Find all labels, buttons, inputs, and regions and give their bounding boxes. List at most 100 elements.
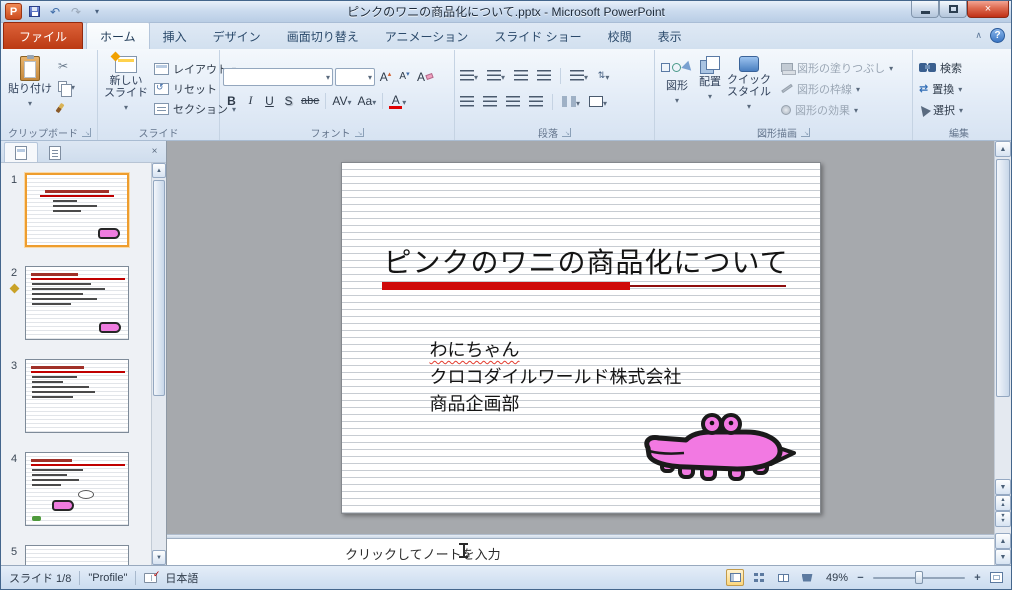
- redo-button[interactable]: ↷: [67, 3, 85, 20]
- powerpoint-app-icon[interactable]: P: [5, 3, 22, 20]
- format-painter-button[interactable]: [55, 98, 78, 117]
- collapse-ribbon-button[interactable]: ∧: [975, 30, 982, 41]
- bold-button[interactable]: B: [223, 92, 240, 110]
- select-button[interactable]: 選択: [916, 100, 1002, 119]
- scroll-up-button[interactable]: [995, 141, 1011, 157]
- tab-review[interactable]: 校閲: [595, 23, 645, 49]
- zoom-out-button[interactable]: −: [854, 572, 867, 584]
- slide-indicator[interactable]: スライド 1/8: [9, 570, 71, 586]
- thumbnail-slide-1[interactable]: [25, 173, 129, 247]
- tab-animations[interactable]: アニメーション: [372, 23, 482, 49]
- minimize-button[interactable]: [911, 1, 939, 18]
- zoom-in-button[interactable]: +: [971, 572, 984, 584]
- scroll-thumb[interactable]: [153, 180, 165, 396]
- character-spacing-button[interactable]: AV: [330, 92, 353, 110]
- scroll-track[interactable]: [152, 178, 166, 550]
- align-right-button[interactable]: [504, 93, 522, 111]
- slide-sorter-view-button[interactable]: [750, 569, 768, 586]
- tab-transitions[interactable]: 画面切り替え: [274, 23, 372, 49]
- notes-scroll-up-button[interactable]: [995, 533, 1011, 549]
- justify-button[interactable]: [527, 93, 545, 111]
- dialog-launcher-icon[interactable]: [801, 128, 810, 137]
- dialog-launcher-icon[interactable]: [82, 128, 91, 137]
- help-button[interactable]: ?: [990, 28, 1005, 43]
- scroll-thumb[interactable]: [996, 159, 1010, 398]
- dialog-launcher-icon[interactable]: [562, 128, 571, 137]
- scroll-down-button[interactable]: [995, 479, 1011, 495]
- tab-slideshow[interactable]: スライド ショー: [481, 23, 594, 49]
- shrink-font-button[interactable]: A: [396, 68, 413, 86]
- decrease-indent-button[interactable]: [512, 67, 530, 85]
- notes-pane[interactable]: クリックしてノートを入力: [167, 539, 994, 565]
- italic-button[interactable]: I: [242, 92, 259, 110]
- tab-file[interactable]: ファイル: [3, 22, 84, 49]
- fit-to-window-button[interactable]: [990, 572, 1003, 583]
- replace-button[interactable]: ⇄ 置換: [916, 79, 1002, 98]
- close-pane-button[interactable]: ×: [147, 144, 162, 159]
- bullets-button[interactable]: [458, 67, 480, 85]
- line-spacing-button[interactable]: [568, 67, 590, 85]
- grow-font-button[interactable]: A: [377, 68, 394, 86]
- undo-button[interactable]: ↶: [46, 3, 64, 20]
- zoom-level[interactable]: 49%: [822, 572, 848, 584]
- change-case-button[interactable]: Aa: [356, 92, 379, 110]
- next-slide-button[interactable]: [995, 511, 1011, 527]
- font-color-button[interactable]: A: [387, 92, 408, 110]
- slide-subtitle[interactable]: わにちゃん クロコダイルワールド株式会社 商品企画部: [430, 337, 682, 418]
- underline-button[interactable]: U: [261, 92, 278, 110]
- new-slide-button[interactable]: 新しい スライド: [101, 52, 151, 125]
- reading-view-button[interactable]: [774, 569, 792, 586]
- save-button[interactable]: [25, 3, 43, 20]
- paste-button[interactable]: 貼り付け: [5, 52, 55, 125]
- tab-home[interactable]: ホーム: [86, 22, 150, 49]
- align-center-button[interactable]: [481, 93, 499, 111]
- tab-view[interactable]: 表示: [645, 23, 695, 49]
- language-indicator[interactable]: 日本語: [165, 570, 198, 586]
- zoom-slider[interactable]: [873, 571, 965, 584]
- shape-outline-button[interactable]: 図形の枠線: [778, 79, 896, 98]
- shape-effects-button[interactable]: 図形の効果: [778, 100, 896, 119]
- notes-scroll-down-button[interactable]: [995, 549, 1011, 565]
- previous-slide-button[interactable]: [995, 495, 1011, 511]
- scroll-up-button[interactable]: [152, 163, 166, 178]
- thumbnail-slide-5[interactable]: [25, 545, 129, 565]
- copy-button[interactable]: [55, 77, 78, 97]
- slideshow-view-button[interactable]: [798, 569, 816, 586]
- qat-customize-button[interactable]: ▾: [88, 3, 106, 20]
- sidebar-scrollbar[interactable]: [151, 163, 166, 565]
- thumbnail-slide-2[interactable]: [25, 266, 129, 340]
- main-scrollbar[interactable]: [994, 141, 1011, 565]
- numbering-button[interactable]: [485, 67, 507, 85]
- font-size-select[interactable]: [335, 67, 375, 86]
- outline-tab[interactable]: [38, 142, 72, 162]
- theme-name[interactable]: "Profile": [88, 572, 127, 584]
- shapes-button[interactable]: 図形: [658, 52, 696, 125]
- slide[interactable]: ピンクのワニの商品化について わにちゃん クロコダイルワールド株式会社 商品企画…: [340, 162, 821, 514]
- zoom-slider-thumb[interactable]: [915, 571, 924, 584]
- slide-title[interactable]: ピンクのワニの商品化について: [384, 241, 789, 281]
- maximize-button[interactable]: [939, 1, 967, 18]
- increase-indent-button[interactable]: [535, 67, 553, 85]
- notes-placeholder[interactable]: クリックしてノートを入力: [345, 544, 501, 563]
- normal-view-button[interactable]: [726, 569, 744, 586]
- strikethrough-button[interactable]: abe: [299, 92, 321, 110]
- tab-design[interactable]: デザイン: [200, 23, 274, 49]
- thumbnail-slide-4[interactable]: [25, 452, 129, 526]
- find-button[interactable]: 検索: [916, 58, 1002, 77]
- dialog-launcher-icon[interactable]: [354, 128, 364, 137]
- arrange-button[interactable]: 配置: [696, 52, 724, 125]
- scroll-track[interactable]: [995, 157, 1011, 479]
- slides-tab[interactable]: [4, 142, 38, 162]
- scroll-down-button[interactable]: [152, 550, 166, 565]
- text-shadow-button[interactable]: S: [280, 92, 297, 110]
- columns-button[interactable]: [560, 93, 582, 111]
- clear-formatting-button[interactable]: A: [415, 68, 435, 86]
- font-name-select[interactable]: [223, 67, 333, 86]
- crocodile-drawing[interactable]: [642, 407, 800, 483]
- tab-insert[interactable]: 挿入: [150, 23, 200, 49]
- shape-fill-button[interactable]: 図形の塗りつぶし: [778, 58, 896, 77]
- close-button[interactable]: ×: [967, 1, 1009, 18]
- spellcheck-icon[interactable]: [144, 569, 160, 583]
- thumbnail-slide-3[interactable]: [25, 359, 129, 433]
- text-direction-button[interactable]: ⇅: [595, 67, 612, 85]
